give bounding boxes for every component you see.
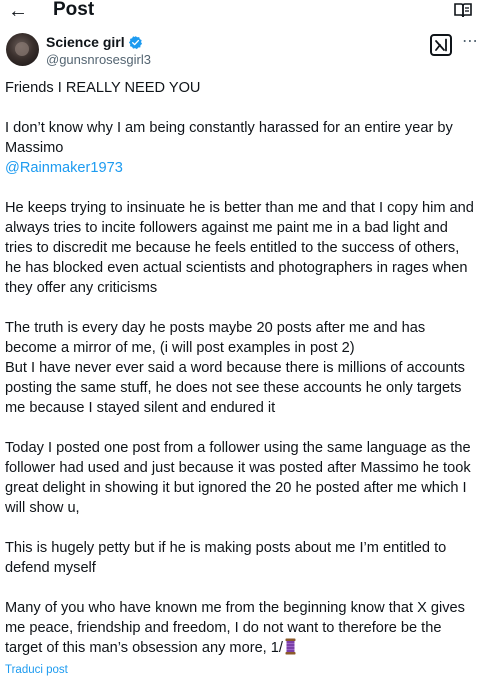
page-title: Post [53, 0, 95, 20]
post-line: He keeps trying to insinuate he is bette… [5, 200, 474, 216]
post-line: Massimo [5, 140, 64, 156]
arrow-left-icon[interactable]: ← [8, 1, 28, 21]
post-line: follower had used and just because it wa… [5, 460, 471, 476]
translate-post-link[interactable]: Traduci post [5, 663, 68, 677]
post-line: Many of you who have known me from the b… [5, 600, 465, 616]
post-line: me because I stayed silent and endured i… [5, 400, 276, 416]
post-line: Friends I REALLY NEED YOU [5, 80, 201, 96]
author-name-text: Science girl [46, 34, 125, 50]
post-line: I don’t know why I am being constantly h… [5, 120, 453, 136]
more-horizontal-icon[interactable]: ⋯ [462, 34, 479, 50]
post-line: This is hugely petty but if he is making… [5, 540, 447, 556]
post-line-text: target of this man’s obsession any more,… [5, 640, 283, 656]
post-line: But I have never ever said a word becaus… [5, 360, 465, 376]
post-body: Friends I REALLY NEED YOU I don’t know w… [5, 78, 477, 658]
post-line: always tries to incite followers against… [5, 220, 448, 236]
open-book-icon[interactable] [454, 2, 472, 18]
post-line: become a mirror of me, (i will post exam… [5, 340, 355, 356]
verified-badge-icon [128, 35, 142, 49]
post-detail-page: ← Post Science girl @gunsnrosesgirl3 ⋯ F… [0, 0, 480, 680]
author-name[interactable]: Science girl [46, 33, 143, 51]
post-line: posting the same stuff, he does not see … [5, 380, 462, 396]
post-line: he has blocked even actual scientists an… [5, 260, 468, 276]
post-last-line: target of this man’s obsession any more,… [5, 638, 477, 658]
post-line: defend myself [5, 560, 96, 576]
post-line: The truth is every day he posts maybe 20… [5, 320, 426, 336]
post-line: tries to discredit me because he feels e… [5, 240, 460, 256]
post-line: Today I posted one post from a follower … [5, 440, 471, 456]
post-line: great delight in showing it but ignored … [5, 480, 467, 496]
thread-spool-emoji [285, 638, 296, 655]
top-bar: ← Post [0, 0, 480, 24]
grok-icon[interactable] [430, 34, 452, 56]
mention-link[interactable]: @Rainmaker1973 [5, 158, 477, 178]
grok-glyph [435, 38, 447, 52]
author-handle[interactable]: @gunsnrosesgirl3 [46, 52, 151, 68]
post-line: me peace, friendship and freedom, I do n… [5, 620, 442, 636]
post-line: they offer any criticisms [5, 280, 158, 296]
avatar[interactable] [6, 33, 39, 66]
post-line: will show u, [5, 500, 80, 516]
